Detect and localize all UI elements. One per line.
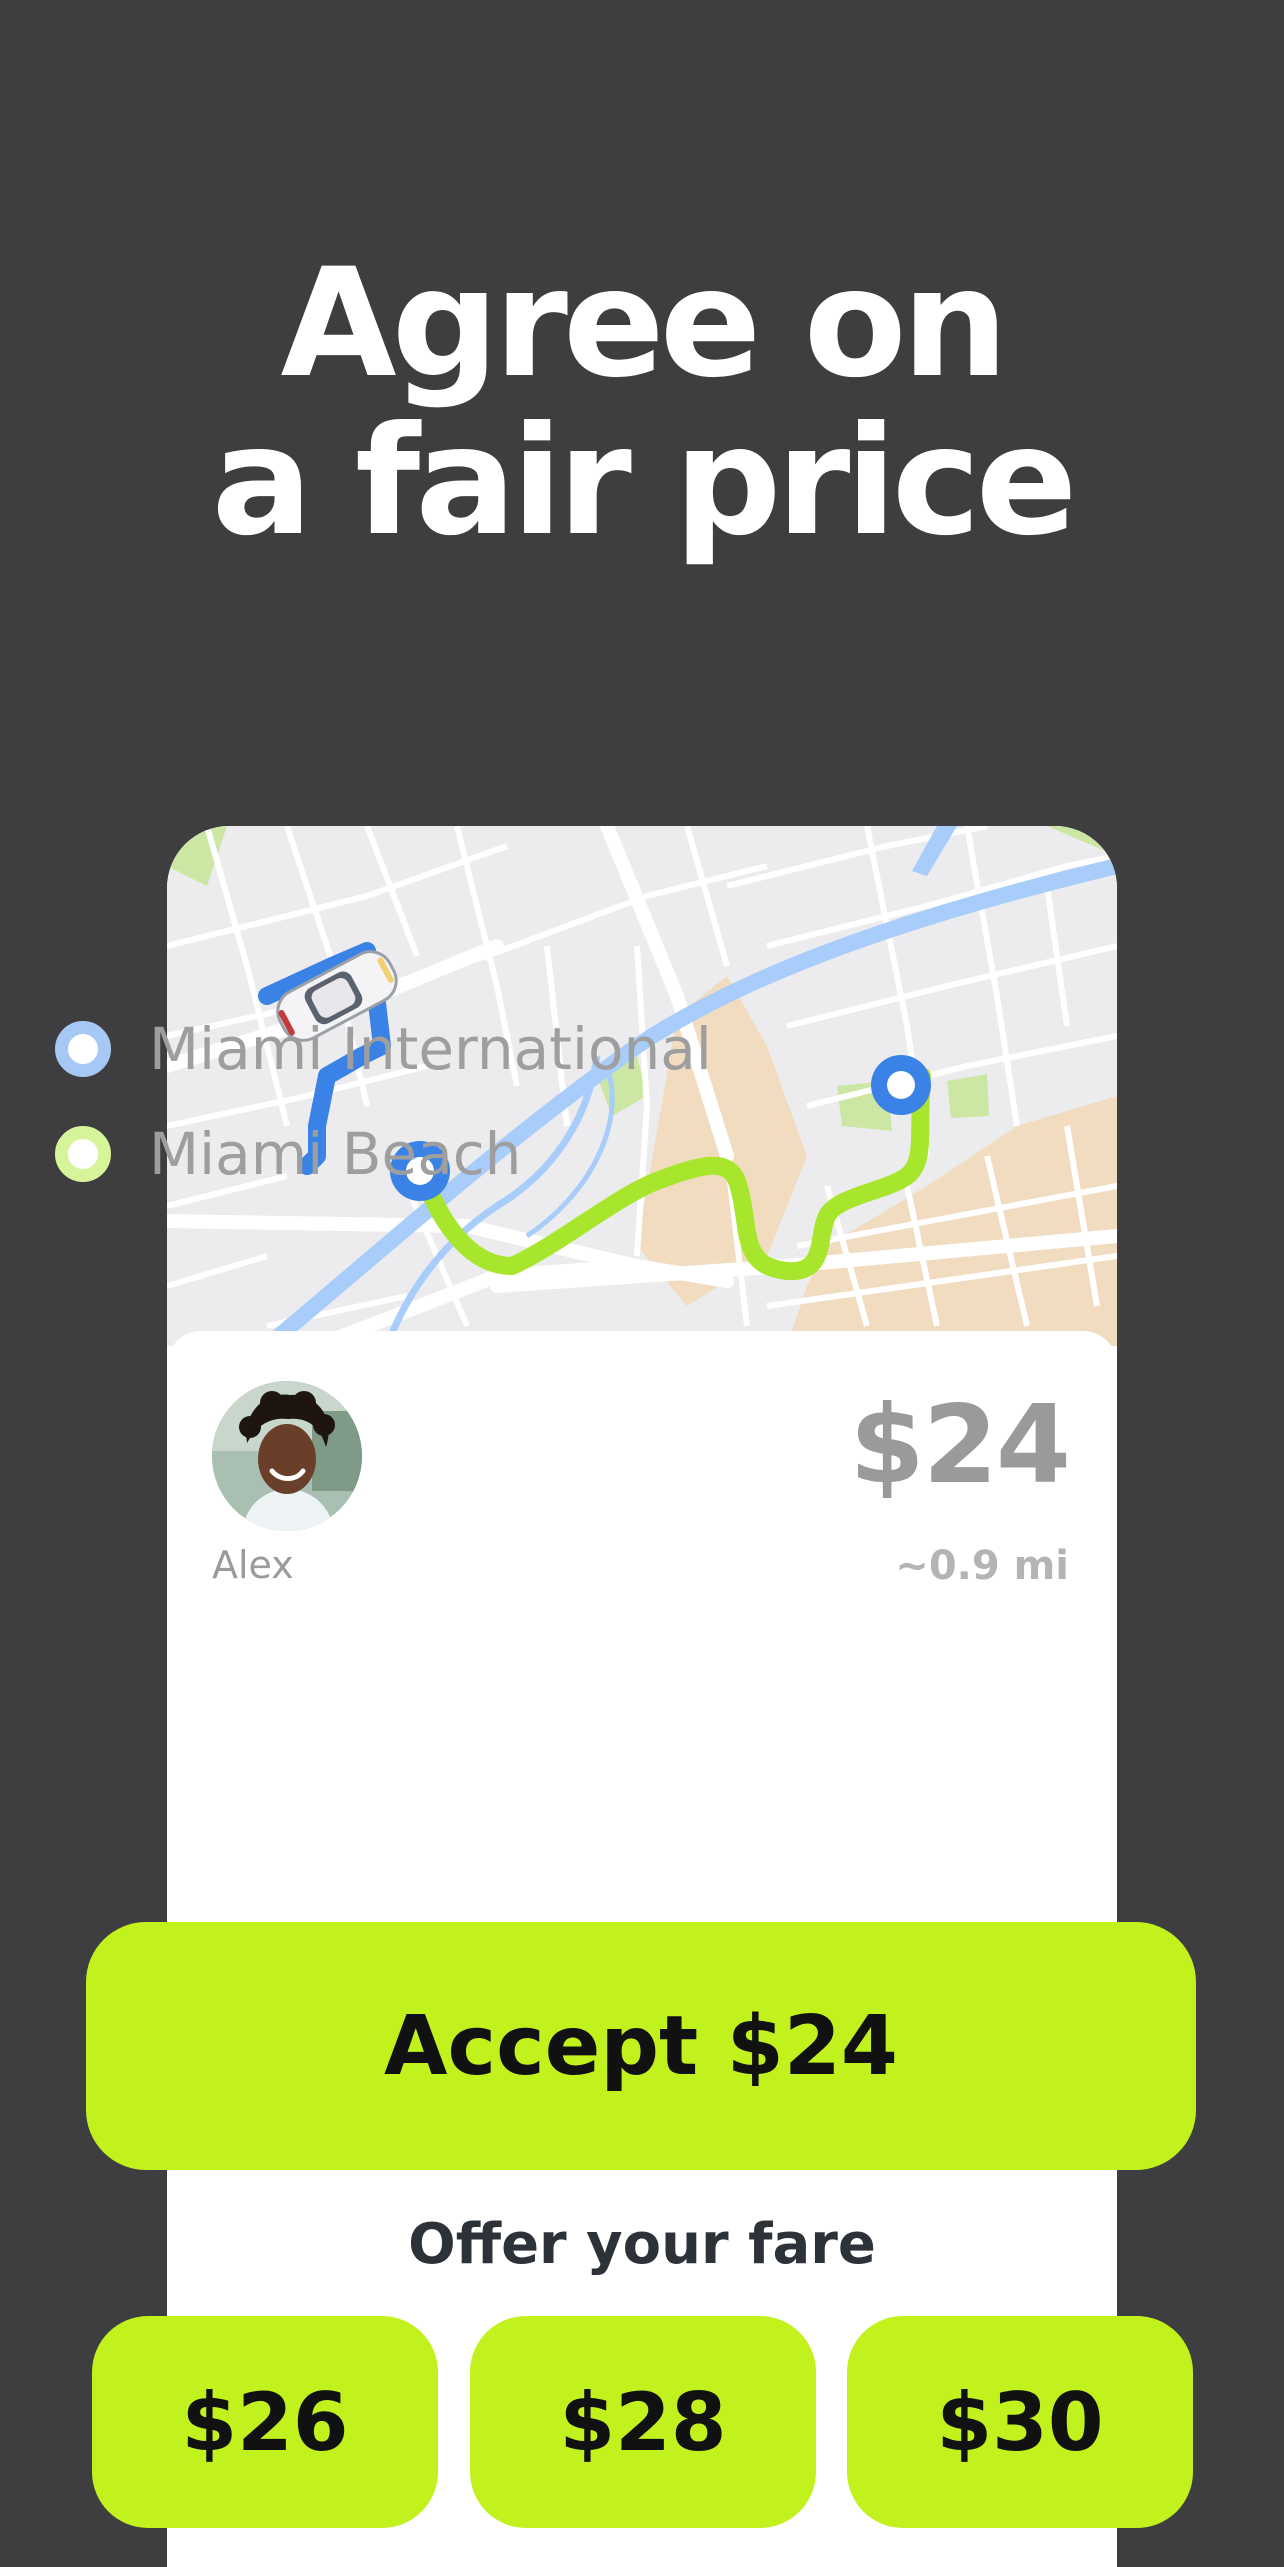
- origin-label: Miami International: [149, 1015, 712, 1083]
- map-graphic: [167, 826, 1117, 1346]
- ride-price: $24: [849, 1383, 1071, 1508]
- driver-avatar: [212, 1381, 362, 1531]
- route-map[interactable]: [167, 826, 1117, 1346]
- destination-label: Miami Beach: [149, 1120, 522, 1188]
- accept-button[interactable]: Accept $24: [86, 1922, 1196, 2170]
- fare-option-button[interactable]: $30: [847, 2316, 1193, 2528]
- ride-distance: ~0.9 mi: [895, 1543, 1069, 1589]
- destination-row[interactable]: Miami Beach: [55, 1120, 521, 1188]
- headline-line-1: Agree on: [280, 237, 1009, 411]
- destination-dot-icon: [55, 1126, 111, 1182]
- driver-name: Alex: [212, 1543, 294, 1587]
- map-park: [947, 1074, 989, 1118]
- headline-line-2: a fair price: [211, 395, 1078, 569]
- map-park: [1047, 826, 1117, 856]
- map-waterway: [912, 826, 957, 876]
- fare-option-button[interactable]: $28: [470, 2316, 816, 2528]
- origin-dot-icon: [55, 1021, 111, 1077]
- headline: Agree on a fair price: [0, 245, 1284, 561]
- driver-photo: [212, 1381, 362, 1531]
- offer-fare-title: Offer your fare: [408, 2212, 876, 2277]
- ride-card: Alex $24 ~0.9 mi: [167, 826, 1117, 2567]
- fare-option-button[interactable]: $26: [92, 2316, 438, 2528]
- origin-row[interactable]: Miami International: [55, 1015, 712, 1083]
